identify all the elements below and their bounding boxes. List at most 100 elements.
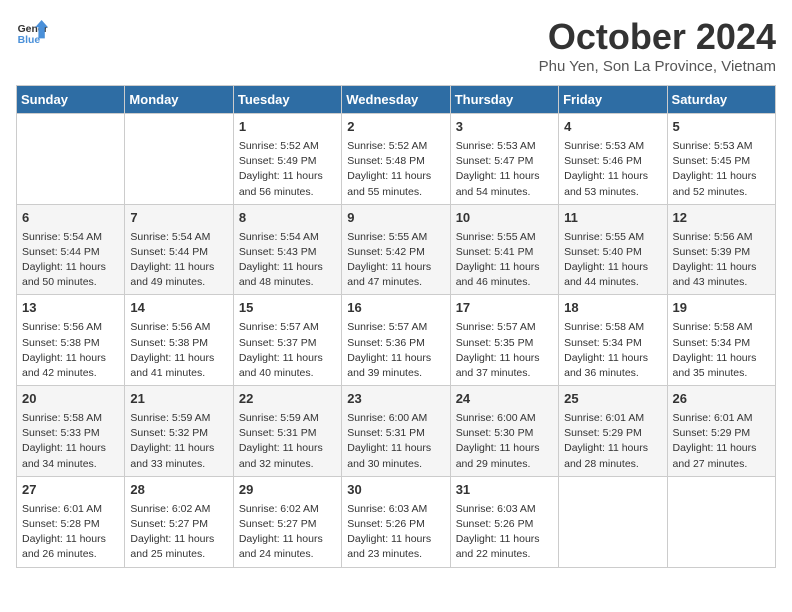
calendar-cell: 7Sunrise: 5:54 AMSunset: 5:44 PMDaylight… (125, 204, 233, 295)
sunset-text: Sunset: 5:29 PM (673, 426, 770, 441)
daylight-text: Daylight: 11 hours and 43 minutes. (673, 260, 770, 290)
day-number: 28 (130, 481, 227, 500)
sunset-text: Sunset: 5:49 PM (239, 154, 336, 169)
day-number: 16 (347, 299, 444, 318)
daylight-text: Daylight: 11 hours and 33 minutes. (130, 441, 227, 471)
daylight-text: Daylight: 11 hours and 22 minutes. (456, 532, 553, 562)
daylight-text: Daylight: 11 hours and 30 minutes. (347, 441, 444, 471)
day-number: 31 (456, 481, 553, 500)
sunrise-text: Sunrise: 6:00 AM (347, 411, 444, 426)
calendar-cell: 18Sunrise: 5:58 AMSunset: 5:34 PMDayligh… (559, 295, 667, 386)
sunrise-text: Sunrise: 5:55 AM (456, 230, 553, 245)
day-number: 7 (130, 209, 227, 228)
sunrise-text: Sunrise: 5:57 AM (347, 320, 444, 335)
weekday-header-monday: Monday (125, 86, 233, 114)
sunset-text: Sunset: 5:42 PM (347, 245, 444, 260)
calendar-cell: 23Sunrise: 6:00 AMSunset: 5:31 PMDayligh… (342, 386, 450, 477)
daylight-text: Daylight: 11 hours and 35 minutes. (673, 351, 770, 381)
day-number: 15 (239, 299, 336, 318)
daylight-text: Daylight: 11 hours and 47 minutes. (347, 260, 444, 290)
sunset-text: Sunset: 5:48 PM (347, 154, 444, 169)
sunrise-text: Sunrise: 5:56 AM (673, 230, 770, 245)
calendar-cell: 13Sunrise: 5:56 AMSunset: 5:38 PMDayligh… (17, 295, 125, 386)
day-number: 13 (22, 299, 119, 318)
day-number: 1 (239, 118, 336, 137)
week-row-5: 27Sunrise: 6:01 AMSunset: 5:28 PMDayligh… (17, 476, 776, 567)
calendar-cell: 14Sunrise: 5:56 AMSunset: 5:38 PMDayligh… (125, 295, 233, 386)
weekday-header-friday: Friday (559, 86, 667, 114)
sunrise-text: Sunrise: 5:53 AM (456, 139, 553, 154)
sunrise-text: Sunrise: 6:02 AM (239, 502, 336, 517)
weekday-header-wednesday: Wednesday (342, 86, 450, 114)
svg-text:Blue: Blue (18, 35, 41, 46)
sunset-text: Sunset: 5:37 PM (239, 336, 336, 351)
sunrise-text: Sunrise: 5:58 AM (564, 320, 661, 335)
daylight-text: Daylight: 11 hours and 26 minutes. (22, 532, 119, 562)
calendar-cell: 8Sunrise: 5:54 AMSunset: 5:43 PMDaylight… (233, 204, 341, 295)
day-number: 4 (564, 118, 661, 137)
day-number: 6 (22, 209, 119, 228)
sunset-text: Sunset: 5:26 PM (347, 517, 444, 532)
calendar-cell (559, 476, 667, 567)
weekday-header-thursday: Thursday (450, 86, 558, 114)
calendar-cell: 29Sunrise: 6:02 AMSunset: 5:27 PMDayligh… (233, 476, 341, 567)
day-number: 10 (456, 209, 553, 228)
sunset-text: Sunset: 5:36 PM (347, 336, 444, 351)
sunrise-text: Sunrise: 5:56 AM (130, 320, 227, 335)
day-number: 26 (673, 390, 770, 409)
day-number: 22 (239, 390, 336, 409)
day-number: 2 (347, 118, 444, 137)
daylight-text: Daylight: 11 hours and 40 minutes. (239, 351, 336, 381)
sunrise-text: Sunrise: 5:54 AM (130, 230, 227, 245)
sunrise-text: Sunrise: 6:01 AM (22, 502, 119, 517)
sunrise-text: Sunrise: 6:01 AM (673, 411, 770, 426)
daylight-text: Daylight: 11 hours and 24 minutes. (239, 532, 336, 562)
calendar-cell: 4Sunrise: 5:53 AMSunset: 5:46 PMDaylight… (559, 114, 667, 205)
sunrise-text: Sunrise: 5:52 AM (347, 139, 444, 154)
calendar-cell: 2 Sunrise: 5:52 AMSunset: 5:48 PMDaylight… (342, 114, 450, 205)
week-row-2: 6Sunrise: 5:54 AMSunset: 5:44 PMDaylight… (17, 204, 776, 295)
calendar-cell: 17Sunrise: 5:57 AMSunset: 5:35 PMDayligh… (450, 295, 558, 386)
sunrise-text: Sunrise: 5:58 AM (22, 411, 119, 426)
calendar-cell: 12Sunrise: 5:56 AMSunset: 5:39 PMDayligh… (667, 204, 775, 295)
sunrise-text: Sunrise: 6:03 AM (456, 502, 553, 517)
calendar-cell: 11Sunrise: 5:55 AMSunset: 5:40 PMDayligh… (559, 204, 667, 295)
sunset-text: Sunset: 5:44 PM (130, 245, 227, 260)
calendar-cell (125, 114, 233, 205)
daylight-text: Daylight: 11 hours and 34 minutes. (22, 441, 119, 471)
daylight-text: Daylight: 11 hours and 36 minutes. (564, 351, 661, 381)
sunset-text: Sunset: 5:44 PM (22, 245, 119, 260)
sunset-text: Sunset: 5:46 PM (564, 154, 661, 169)
sunset-text: Sunset: 5:38 PM (130, 336, 227, 351)
sunset-text: Sunset: 5:26 PM (456, 517, 553, 532)
day-number: 25 (564, 390, 661, 409)
sunset-text: Sunset: 5:27 PM (239, 517, 336, 532)
calendar-cell: 1Sunrise: 5:52 AMSunset: 5:49 PMDaylight… (233, 114, 341, 205)
sunrise-text: Sunrise: 6:00 AM (456, 411, 553, 426)
daylight-text: Daylight: 11 hours and 46 minutes. (456, 260, 553, 290)
sunrise-text: Sunrise: 5:55 AM (347, 230, 444, 245)
calendar-cell: 20Sunrise: 5:58 AMSunset: 5:33 PMDayligh… (17, 386, 125, 477)
calendar-cell: 24Sunrise: 6:00 AMSunset: 5:30 PMDayligh… (450, 386, 558, 477)
daylight-text: Daylight: 11 hours and 54 minutes. (456, 169, 553, 199)
calendar-cell: 30Sunrise: 6:03 AMSunset: 5:26 PMDayligh… (342, 476, 450, 567)
daylight-text: Daylight: 11 hours and 25 minutes. (130, 532, 227, 562)
sunset-text: Sunset: 5:35 PM (456, 336, 553, 351)
title-area: October 2024 Phu Yen, Son La Province, V… (539, 16, 776, 75)
daylight-text: Daylight: 11 hours and 52 minutes. (673, 169, 770, 199)
sunrise-text: Sunrise: 5:59 AM (130, 411, 227, 426)
daylight-text: Daylight: 11 hours and 55 minutes. (347, 169, 444, 199)
sunrise-text: Sunrise: 5:59 AM (239, 411, 336, 426)
day-number: 12 (673, 209, 770, 228)
sunrise-text: Sunrise: 5:56 AM (22, 320, 119, 335)
day-number: 17 (456, 299, 553, 318)
calendar-cell: 26Sunrise: 6:01 AMSunset: 5:29 PMDayligh… (667, 386, 775, 477)
sunset-text: Sunset: 5:32 PM (130, 426, 227, 441)
sunset-text: Sunset: 5:29 PM (564, 426, 661, 441)
daylight-text: Daylight: 11 hours and 56 minutes. (239, 169, 336, 199)
day-number: 9 (347, 209, 444, 228)
daylight-text: Daylight: 11 hours and 48 minutes. (239, 260, 336, 290)
weekday-header-tuesday: Tuesday (233, 86, 341, 114)
day-number: 23 (347, 390, 444, 409)
day-number: 18 (564, 299, 661, 318)
